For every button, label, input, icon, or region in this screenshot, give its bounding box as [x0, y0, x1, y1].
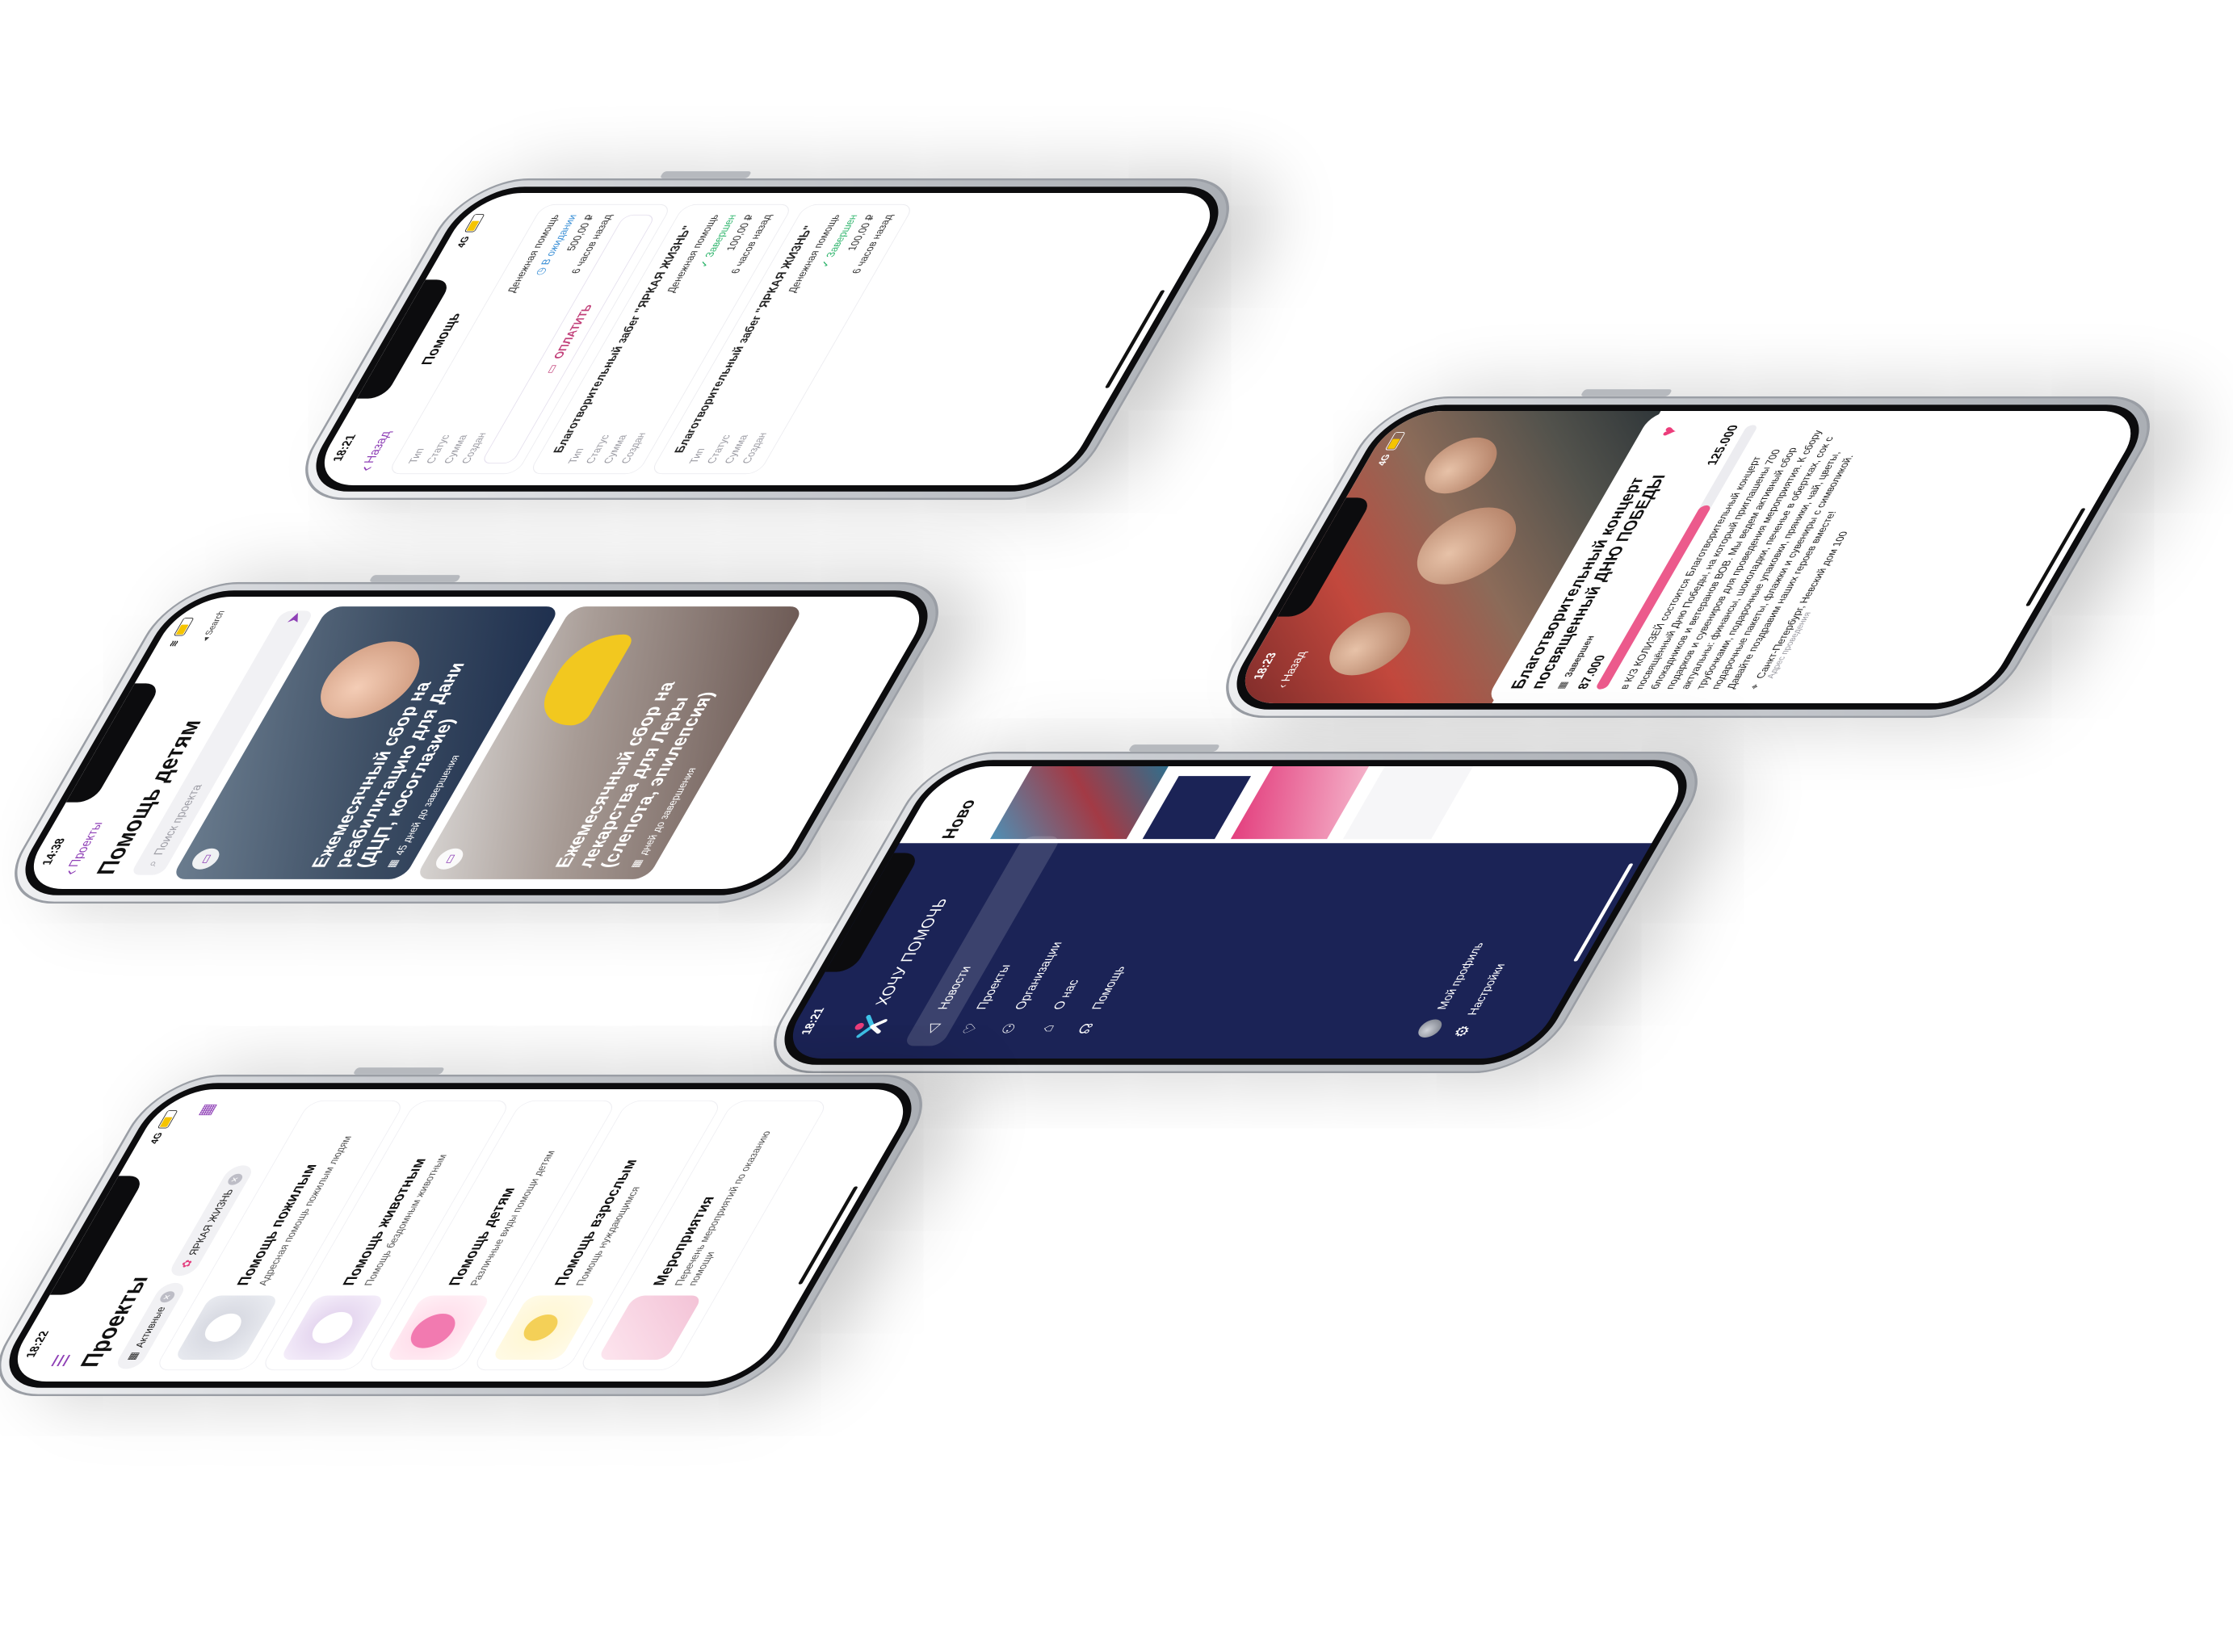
drawer-footer: Мой профиль ⚙ Настройки: [1408, 943, 1530, 1038]
photo-figure: [1412, 437, 1509, 494]
home-indicator: [1572, 863, 1634, 962]
battery-icon: [157, 1109, 178, 1129]
child-illustration: [385, 1295, 492, 1361]
home-icon: ⌂: [1036, 1025, 1058, 1033]
cat-illustration: [279, 1295, 386, 1361]
news-image: [989, 766, 1169, 840]
network-label: 4G: [454, 236, 472, 248]
adult-illustration: [491, 1295, 598, 1361]
phone-bezel: 18:22 4G ☰ ▦ Проекты ▦ Активные ✕ ✿ ЯРКАЯ Ж…: [0, 1083, 932, 1388]
back-label: Назад: [362, 431, 394, 463]
calendar-icon: ▦: [124, 1352, 141, 1361]
battery-icon: [173, 617, 195, 636]
project-photo: [527, 634, 636, 726]
status-time: 18:21: [329, 434, 359, 462]
drawer-menu: ◁ Новости ♡ Проекты ⚇ Организации ⌂ О нас ☊ П…: [902, 836, 1216, 1046]
heart-icon: ♡: [959, 1022, 982, 1034]
calendar-icon: ▦: [384, 859, 401, 869]
photo-figure: [1316, 612, 1425, 676]
phone-concert: ‹ Назад 18:23 4G Благотворительный концер…: [1202, 396, 2174, 719]
gear-icon: ⚙: [1450, 1025, 1475, 1038]
close-icon[interactable]: ✕: [225, 1173, 246, 1185]
bookmark-icon[interactable]: ▭: [431, 848, 468, 870]
phone-bezel: 18:21 4G Помощь ‹ Назад Тип Денежная помощ…: [296, 187, 1239, 492]
phone-bezel: Ново 18:21 4G ХОЧУ ПОМОЧЬ ◁Новос: [764, 760, 1707, 1065]
photo-figure: [1400, 507, 1534, 585]
status-time: 18:22: [23, 1331, 52, 1358]
calendar-icon[interactable]: ▦: [192, 1103, 220, 1116]
bookmark-icon[interactable]: ▭: [187, 848, 225, 870]
children-screen: 14:38 ≋ ‹ Проекты ◂ Search Помощь детям ⌕…: [15, 597, 938, 889]
menu-screen: Ново 18:21 4G ХОЧУ ПОМОЧЬ ◁Новос: [774, 766, 1697, 1059]
card-icon: ▭: [541, 364, 560, 374]
close-icon[interactable]: ✕: [157, 1291, 178, 1303]
concert-screen: ‹ Назад 18:23 4G Благотворительный концер…: [1227, 411, 2149, 703]
back-button[interactable]: ‹ Назад: [1274, 652, 1309, 688]
phone-bezel: ‹ Назад 18:23 4G Благотворительный концер…: [1216, 405, 2160, 710]
headset-icon: ☊: [1074, 1022, 1098, 1034]
battery-icon: [464, 213, 485, 233]
news-image: [1142, 776, 1252, 840]
menu-icon[interactable]: ☰: [47, 1354, 76, 1368]
chevron-left-icon: ‹: [354, 466, 377, 472]
chevron-left-icon: ‹: [58, 870, 82, 875]
home-indicator: [1104, 290, 1165, 388]
chevron-left-icon: ‹: [1274, 684, 1291, 688]
projects-screen: 18:22 4G ☰ ▦ Проекты ▦ Активные ✕ ✿ ЯРКАЯ Ж…: [0, 1089, 921, 1382]
location-pin-icon: ⌖: [1747, 684, 1762, 690]
calendar-icon: ▦: [628, 859, 645, 869]
phone-children: 14:38 ≋ ‹ Проекты ◂ Search Помощь детям ⌕…: [0, 581, 963, 904]
phone-payments: 18:21 4G Помощь ‹ Назад Тип Денежная помощ…: [281, 178, 1253, 501]
back-button[interactable]: ‹ Назад: [354, 431, 394, 472]
people-icon: ⚇: [997, 1022, 1020, 1034]
phone-projects: 18:22 4G ☰ ▦ Проекты ▦ Активные ✕ ✿ ЯРКАЯ Ж…: [0, 1074, 947, 1397]
avatar: [1414, 1019, 1446, 1038]
flower-logo-icon: ✿: [177, 1259, 195, 1268]
search-back-label[interactable]: ◂ Search: [199, 610, 227, 641]
elderly-illustration: [173, 1295, 280, 1361]
logo-icon: [854, 1014, 888, 1038]
phone-bezel: 14:38 ≋ ‹ Проекты ◂ Search Помощь детям ⌕…: [5, 590, 948, 895]
megaphone-icon: ◁: [921, 1023, 942, 1034]
phone-menu: Ново 18:21 4G ХОЧУ ПОМОЧЬ ◁Новос: [749, 751, 1722, 1074]
search-icon: ⌕: [144, 861, 162, 867]
network-label: 4G: [147, 1132, 166, 1144]
event-illustration: [597, 1295, 703, 1361]
home-indicator: [797, 1186, 858, 1285]
payments-screen: 18:21 4G Помощь ‹ Назад Тип Денежная помощ…: [306, 193, 1228, 485]
news-screen-peek: Ново: [899, 766, 1697, 844]
wifi-icon: ≋: [166, 639, 182, 648]
status-time: 18:21: [798, 1008, 828, 1035]
calendar-icon: ▦: [1554, 681, 1571, 690]
